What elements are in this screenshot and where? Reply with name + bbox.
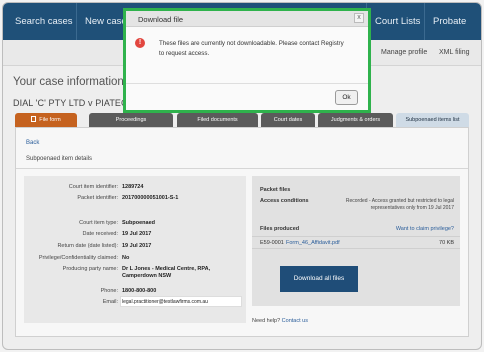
tab-court-dates[interactable]: Court dates bbox=[261, 113, 315, 127]
file-name-link[interactable]: Form_46_Affidavit.pdf bbox=[286, 240, 340, 246]
detail-label: Privilege/Confidentiality claimed: bbox=[38, 255, 118, 261]
detail-value: 19 Jul 2017 bbox=[122, 243, 152, 249]
section-title: Subpoenaed item details bbox=[26, 156, 93, 162]
nav-divider bbox=[76, 3, 77, 40]
download-all-button[interactable]: Download all files bbox=[280, 266, 358, 292]
divider bbox=[16, 168, 468, 169]
divider bbox=[126, 83, 368, 84]
detail-label: Date received: bbox=[82, 231, 118, 237]
error-icon: ! bbox=[135, 38, 145, 48]
detail-label: Phone: bbox=[100, 288, 118, 294]
packet-files-title: Packet files bbox=[260, 187, 291, 193]
detail-label: Packet identifier: bbox=[77, 195, 118, 201]
tab-judgments-orders[interactable]: Judgments & orders bbox=[318, 113, 393, 127]
tab-proceedings[interactable]: Proceedings bbox=[89, 113, 173, 127]
claim-privilege-link[interactable]: Want to claim privilege? bbox=[396, 226, 454, 232]
dialog-message: These files are currently not downloadab… bbox=[159, 40, 344, 57]
detail-value: 1289724 bbox=[122, 184, 144, 190]
nav-probate[interactable]: Probate bbox=[433, 3, 466, 40]
back-link[interactable]: Back bbox=[26, 140, 39, 146]
file-size: 70 KB bbox=[439, 240, 454, 246]
dialog-title-bar: Download file x bbox=[126, 11, 368, 27]
detail-value: No bbox=[122, 255, 130, 261]
browser-frame: Search cases New case Court Lists Probat… bbox=[2, 2, 482, 350]
detail-value: Dr L Jones - Medical Centre, RPA, Camper… bbox=[122, 266, 211, 279]
dialog-title: Download file bbox=[138, 15, 184, 24]
tab-subpoenaed-items-list[interactable]: Subpoenaed items list bbox=[396, 113, 469, 127]
access-conditions-label: Access conditions bbox=[260, 198, 309, 204]
access-conditions-value: Recorded - Access granted but restricted… bbox=[345, 198, 454, 211]
detail-value: 19 Jul 2017 bbox=[122, 231, 152, 237]
detail-value: Subpoenaed bbox=[122, 220, 156, 226]
page-title: Your case information bbox=[13, 76, 124, 88]
detail-label: Court item type: bbox=[79, 220, 118, 226]
files-produced-label: Files produced bbox=[260, 226, 300, 232]
nav-court-lists[interactable]: Court Lists bbox=[375, 3, 420, 40]
close-icon[interactable]: x bbox=[354, 13, 364, 23]
detail-value: 1800-800-800 bbox=[122, 288, 157, 294]
tab-filed-documents[interactable]: Filed documents bbox=[177, 113, 258, 127]
xml-filing-link[interactable]: XML filing bbox=[439, 49, 469, 56]
download-file-dialog: Download file x ! These files are curren… bbox=[123, 8, 371, 113]
document-icon bbox=[31, 116, 37, 122]
contact-us-link[interactable]: Contact us bbox=[282, 318, 308, 324]
file-row: E59-0001 Form_46_Affidavit.pdf 70 KB bbox=[252, 236, 460, 249]
item-details-box: Court item identifier: 1289724 Packet id… bbox=[24, 176, 246, 323]
manage-profile-link[interactable]: Manage profile bbox=[381, 49, 427, 56]
help-text: Need help? Contact us bbox=[252, 318, 308, 324]
detail-label: Court item identifier: bbox=[68, 184, 118, 190]
case-tabs: File form Proceedings Filed documents Co… bbox=[15, 113, 469, 127]
nav-search-cases[interactable]: Search cases bbox=[15, 3, 73, 40]
detail-label: Return date (date listed): bbox=[57, 243, 118, 249]
case-name: DIAL 'C' PTY LTD v PIATECH bbox=[13, 98, 135, 108]
ok-button[interactable]: Ok bbox=[335, 90, 358, 105]
detail-value: 201700000051001-S-1 bbox=[122, 195, 179, 201]
detail-value: legal.practitioner@testlawfirms.com.au bbox=[122, 299, 208, 305]
detail-label: Email: bbox=[102, 299, 118, 305]
tab-file-form-label: File form bbox=[39, 117, 61, 123]
subpoenaed-item-panel: Back Subpoenaed item details Court item … bbox=[15, 127, 469, 337]
tab-file-form[interactable]: File form bbox=[15, 113, 77, 127]
file-id: E59-0001 bbox=[260, 240, 284, 246]
help-label: Need help? bbox=[252, 318, 281, 324]
nav-divider bbox=[424, 3, 425, 40]
packet-files-box: Packet files Access conditions Recorded … bbox=[252, 176, 460, 306]
nav-new-case[interactable]: New case bbox=[85, 3, 127, 40]
detail-label: Producing party name: bbox=[62, 266, 118, 272]
